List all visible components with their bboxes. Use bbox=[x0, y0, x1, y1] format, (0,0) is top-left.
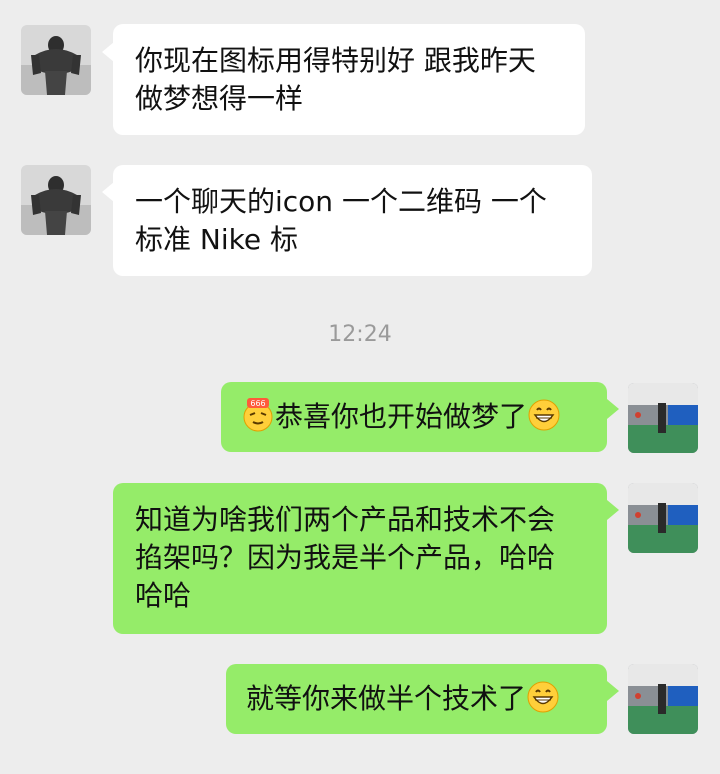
message-line: 做梦想得一样 bbox=[135, 82, 304, 115]
timestamp: 12:24 bbox=[328, 322, 392, 347]
contact-avatar[interactable] bbox=[21, 165, 91, 235]
my-avatar[interactable] bbox=[628, 383, 698, 453]
message-line: 哈哈 bbox=[135, 579, 192, 612]
bubble-tail bbox=[607, 681, 619, 701]
message-line: 你现在图标用得特别好 跟我昨天 bbox=[135, 44, 536, 77]
svg-text:666: 666 bbox=[250, 399, 265, 408]
my-avatar[interactable] bbox=[628, 483, 698, 553]
bubble-tail bbox=[607, 500, 619, 520]
message-bubble-incoming[interactable]: 一个聊天的icon 一个二维码 一个 标准 Nike 标 bbox=[113, 165, 592, 276]
message-line: 标准 Nike 标 bbox=[135, 223, 298, 256]
grin-emoji-icon bbox=[526, 680, 560, 714]
message-bubble-outgoing[interactable]: 666 恭喜你也开始做梦了 bbox=[221, 382, 607, 452]
666-face-emoji-icon: 666 bbox=[241, 398, 275, 432]
message-line: 一个聊天的icon 一个二维码 一个 bbox=[135, 185, 547, 218]
message-bubble-outgoing[interactable]: 知道为啥我们两个产品和技术不会 掐架吗？因为我是半个产品，哈哈 哈哈 bbox=[113, 483, 607, 634]
message-bubble-outgoing[interactable]: 就等你来做半个技术了 bbox=[226, 664, 607, 734]
grin-emoji-icon bbox=[527, 398, 561, 432]
message-bubble-incoming[interactable]: 你现在图标用得特别好 跟我昨天 做梦想得一样 bbox=[113, 24, 585, 135]
bubble-tail bbox=[607, 399, 619, 419]
message-text: 就等你来做半个技术了 bbox=[246, 682, 527, 715]
message-text: 恭喜你也开始做梦了 bbox=[275, 400, 528, 433]
message-line: 掐架吗？因为我是半个产品，哈哈 bbox=[135, 541, 556, 574]
contact-avatar[interactable] bbox=[21, 25, 91, 95]
message-line: 知道为啥我们两个产品和技术不会 bbox=[135, 503, 556, 536]
my-avatar[interactable] bbox=[628, 664, 698, 734]
